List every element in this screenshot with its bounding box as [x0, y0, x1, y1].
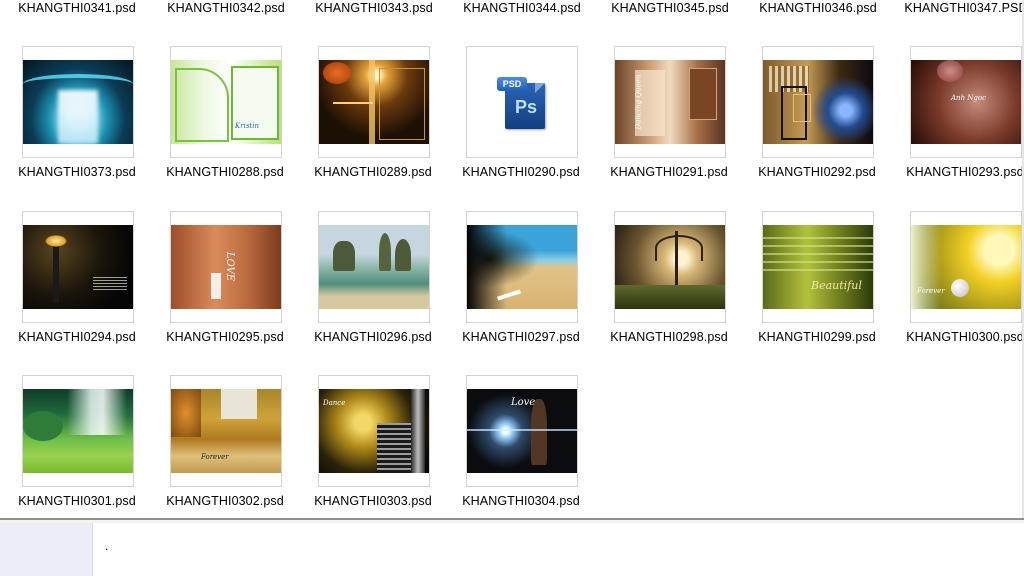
file-item[interactable]: PSD Ps KHANGTHI0290.psd: [462, 46, 614, 206]
details-pane: .: [0, 518, 1024, 576]
file-label[interactable]: KHANGTHI0294.psd: [2, 330, 152, 344]
thumbnail-frame[interactable]: [466, 211, 578, 323]
file-label[interactable]: KHANGTHI0298.psd: [594, 330, 744, 344]
file-label[interactable]: KHANGTHI0299.psd: [742, 330, 892, 344]
thumbnail-image: Beautiful: [763, 225, 873, 309]
thumbnail-frame[interactable]: [614, 211, 726, 323]
file-item[interactable]: KHANGTHI0373.psd: [18, 46, 170, 206]
top-row-partial: KHANGTHI0341.psd KHANGTHI0342.psd KHANGT…: [0, 0, 1024, 20]
file-item[interactable]: Forever KHANGTHI0300.psd: [906, 211, 1024, 371]
thumbnail-image: [763, 60, 873, 144]
thumbnail-image: Forever: [171, 389, 281, 473]
thumbnail-frame[interactable]: Dancing Queen: [614, 46, 726, 158]
file-item[interactable]: Forever KHANGTHI0302.psd: [166, 375, 318, 518]
thumbnail-image: [319, 225, 429, 309]
file-item[interactable]: LOVE KHANGTHI0295.psd: [166, 211, 318, 371]
file-label[interactable]: KHANGTHI0345.psd: [595, 1, 745, 15]
photoshop-psd-icon: PSD Ps: [497, 77, 547, 129]
thumbnail-frame[interactable]: [22, 211, 134, 323]
thumbnail-caption: LOVE: [224, 251, 236, 282]
thumbnail-frame[interactable]: Beautiful: [762, 211, 874, 323]
thumbnail-image: LOVE: [171, 225, 281, 309]
thumbnail-frame[interactable]: Forever: [910, 211, 1022, 323]
file-item[interactable]: KHANGTHI0296.psd: [314, 211, 466, 371]
thumbnail-caption: Love: [511, 397, 536, 408]
thumbnail-frame[interactable]: PSD Ps: [466, 46, 578, 158]
ps-letters: Ps: [514, 97, 538, 117]
thumbnail-image: Anh Ngoc: [911, 60, 1021, 144]
psd-badge: PSD: [497, 77, 527, 91]
file-list-pane[interactable]: KHANGTHI0341.psd KHANGTHI0342.psd KHANGT…: [0, 0, 1024, 518]
thumbnail-image: Kristin: [171, 60, 281, 144]
file-label[interactable]: KHANGTHI0301.psd: [2, 494, 152, 508]
file-item[interactable]: KHANGTHI0289.psd: [314, 46, 466, 206]
thumbnail-frame[interactable]: [762, 46, 874, 158]
file-item[interactable]: KHANGTHI0294.psd: [18, 211, 170, 371]
file-label[interactable]: KHANGTHI0289.psd: [298, 165, 448, 179]
thumbnail-image: [615, 225, 725, 309]
thumbnail-frame[interactable]: [22, 46, 134, 158]
details-info-area: .: [93, 523, 1024, 576]
thumbnail-image: [23, 60, 133, 144]
file-label[interactable]: KHANGTHI0342.psd: [151, 1, 301, 15]
thumbnail-image: Forever: [911, 225, 1021, 309]
file-label[interactable]: KHANGTHI0291.psd: [594, 165, 744, 179]
file-label[interactable]: KHANGTHI0296.psd: [298, 330, 448, 344]
thumbnail-image: [23, 225, 133, 309]
file-item[interactable]: KHANGTHI0292.psd: [758, 46, 910, 206]
file-item[interactable]: KHANGTHI0301.psd: [18, 375, 170, 518]
thumbnail-frame[interactable]: [318, 46, 430, 158]
thumbnail-image: [23, 389, 133, 473]
thumbnail-caption: Beautiful: [811, 279, 862, 292]
file-item[interactable]: Anh Ngoc KHANGTHI0293.psd: [906, 46, 1024, 206]
file-label[interactable]: KHANGTHI0295.psd: [150, 330, 300, 344]
file-item[interactable]: Love KHANGTHI0304.psd: [462, 375, 614, 518]
file-label[interactable]: KHANGTHI0347.PSD: [891, 1, 1024, 15]
thumbnail-frame[interactable]: Anh Ngoc: [910, 46, 1022, 158]
thumbnail-frame[interactable]: Dance: [318, 375, 430, 487]
thumbnail-image: Dancing Queen: [615, 60, 725, 144]
file-item[interactable]: Dancing Queen KHANGTHI0291.psd: [610, 46, 762, 206]
thumbnail-caption: Forever: [917, 287, 945, 295]
details-text: .: [105, 539, 109, 553]
thumbnail-caption: Kristin: [235, 122, 259, 130]
file-item[interactable]: Dance KHANGTHI0303.psd: [314, 375, 466, 518]
thumbnail-frame[interactable]: Forever: [170, 375, 282, 487]
file-label[interactable]: KHANGTHI0343.psd: [299, 1, 449, 15]
file-item[interactable]: KHANGTHI0298.psd: [610, 211, 762, 371]
file-item[interactable]: Kristin KHANGTHI0288.psd: [166, 46, 318, 206]
thumbnail-frame[interactable]: [22, 375, 134, 487]
file-item[interactable]: Beautiful KHANGTHI0299.psd: [758, 211, 910, 371]
file-label[interactable]: KHANGTHI0288.psd: [150, 165, 300, 179]
file-label[interactable]: KHANGTHI0302.psd: [150, 494, 300, 508]
thumbnail-frame[interactable]: LOVE: [170, 211, 282, 323]
thumbnail-image: [319, 60, 429, 144]
file-item[interactable]: KHANGTHI0297.psd: [462, 211, 614, 371]
file-label[interactable]: KHANGTHI0300.psd: [890, 330, 1024, 344]
file-label[interactable]: KHANGTHI0341.psd: [2, 1, 152, 15]
file-label[interactable]: KHANGTHI0344.psd: [447, 1, 597, 15]
thumbnail-frame[interactable]: Kristin: [170, 46, 282, 158]
file-label[interactable]: KHANGTHI0292.psd: [742, 165, 892, 179]
thumbnail-image: Dance: [319, 389, 429, 473]
file-label[interactable]: KHANGTHI0293.psd: [890, 165, 1024, 179]
thumbnail-caption: Dancing Queen: [634, 74, 643, 130]
thumbnail-caption: Dance: [323, 399, 346, 407]
thumbnail-image: Love: [467, 389, 577, 473]
file-label[interactable]: KHANGTHI0304.psd: [446, 494, 596, 508]
thumbnail-caption: Anh Ngoc: [951, 94, 987, 102]
thumbnail-frame[interactable]: Love: [466, 375, 578, 487]
file-label[interactable]: KHANGTHI0297.psd: [446, 330, 596, 344]
file-label[interactable]: KHANGTHI0346.psd: [743, 1, 893, 15]
details-thumbnail-area: [0, 523, 93, 576]
thumbnail-caption: Forever: [201, 453, 229, 461]
thumbnail-frame[interactable]: [318, 211, 430, 323]
file-label[interactable]: KHANGTHI0303.psd: [298, 494, 448, 508]
thumbnail-image: [467, 225, 577, 309]
file-label[interactable]: KHANGTHI0373.psd: [2, 165, 152, 179]
file-label[interactable]: KHANGTHI0290.psd: [446, 165, 596, 179]
